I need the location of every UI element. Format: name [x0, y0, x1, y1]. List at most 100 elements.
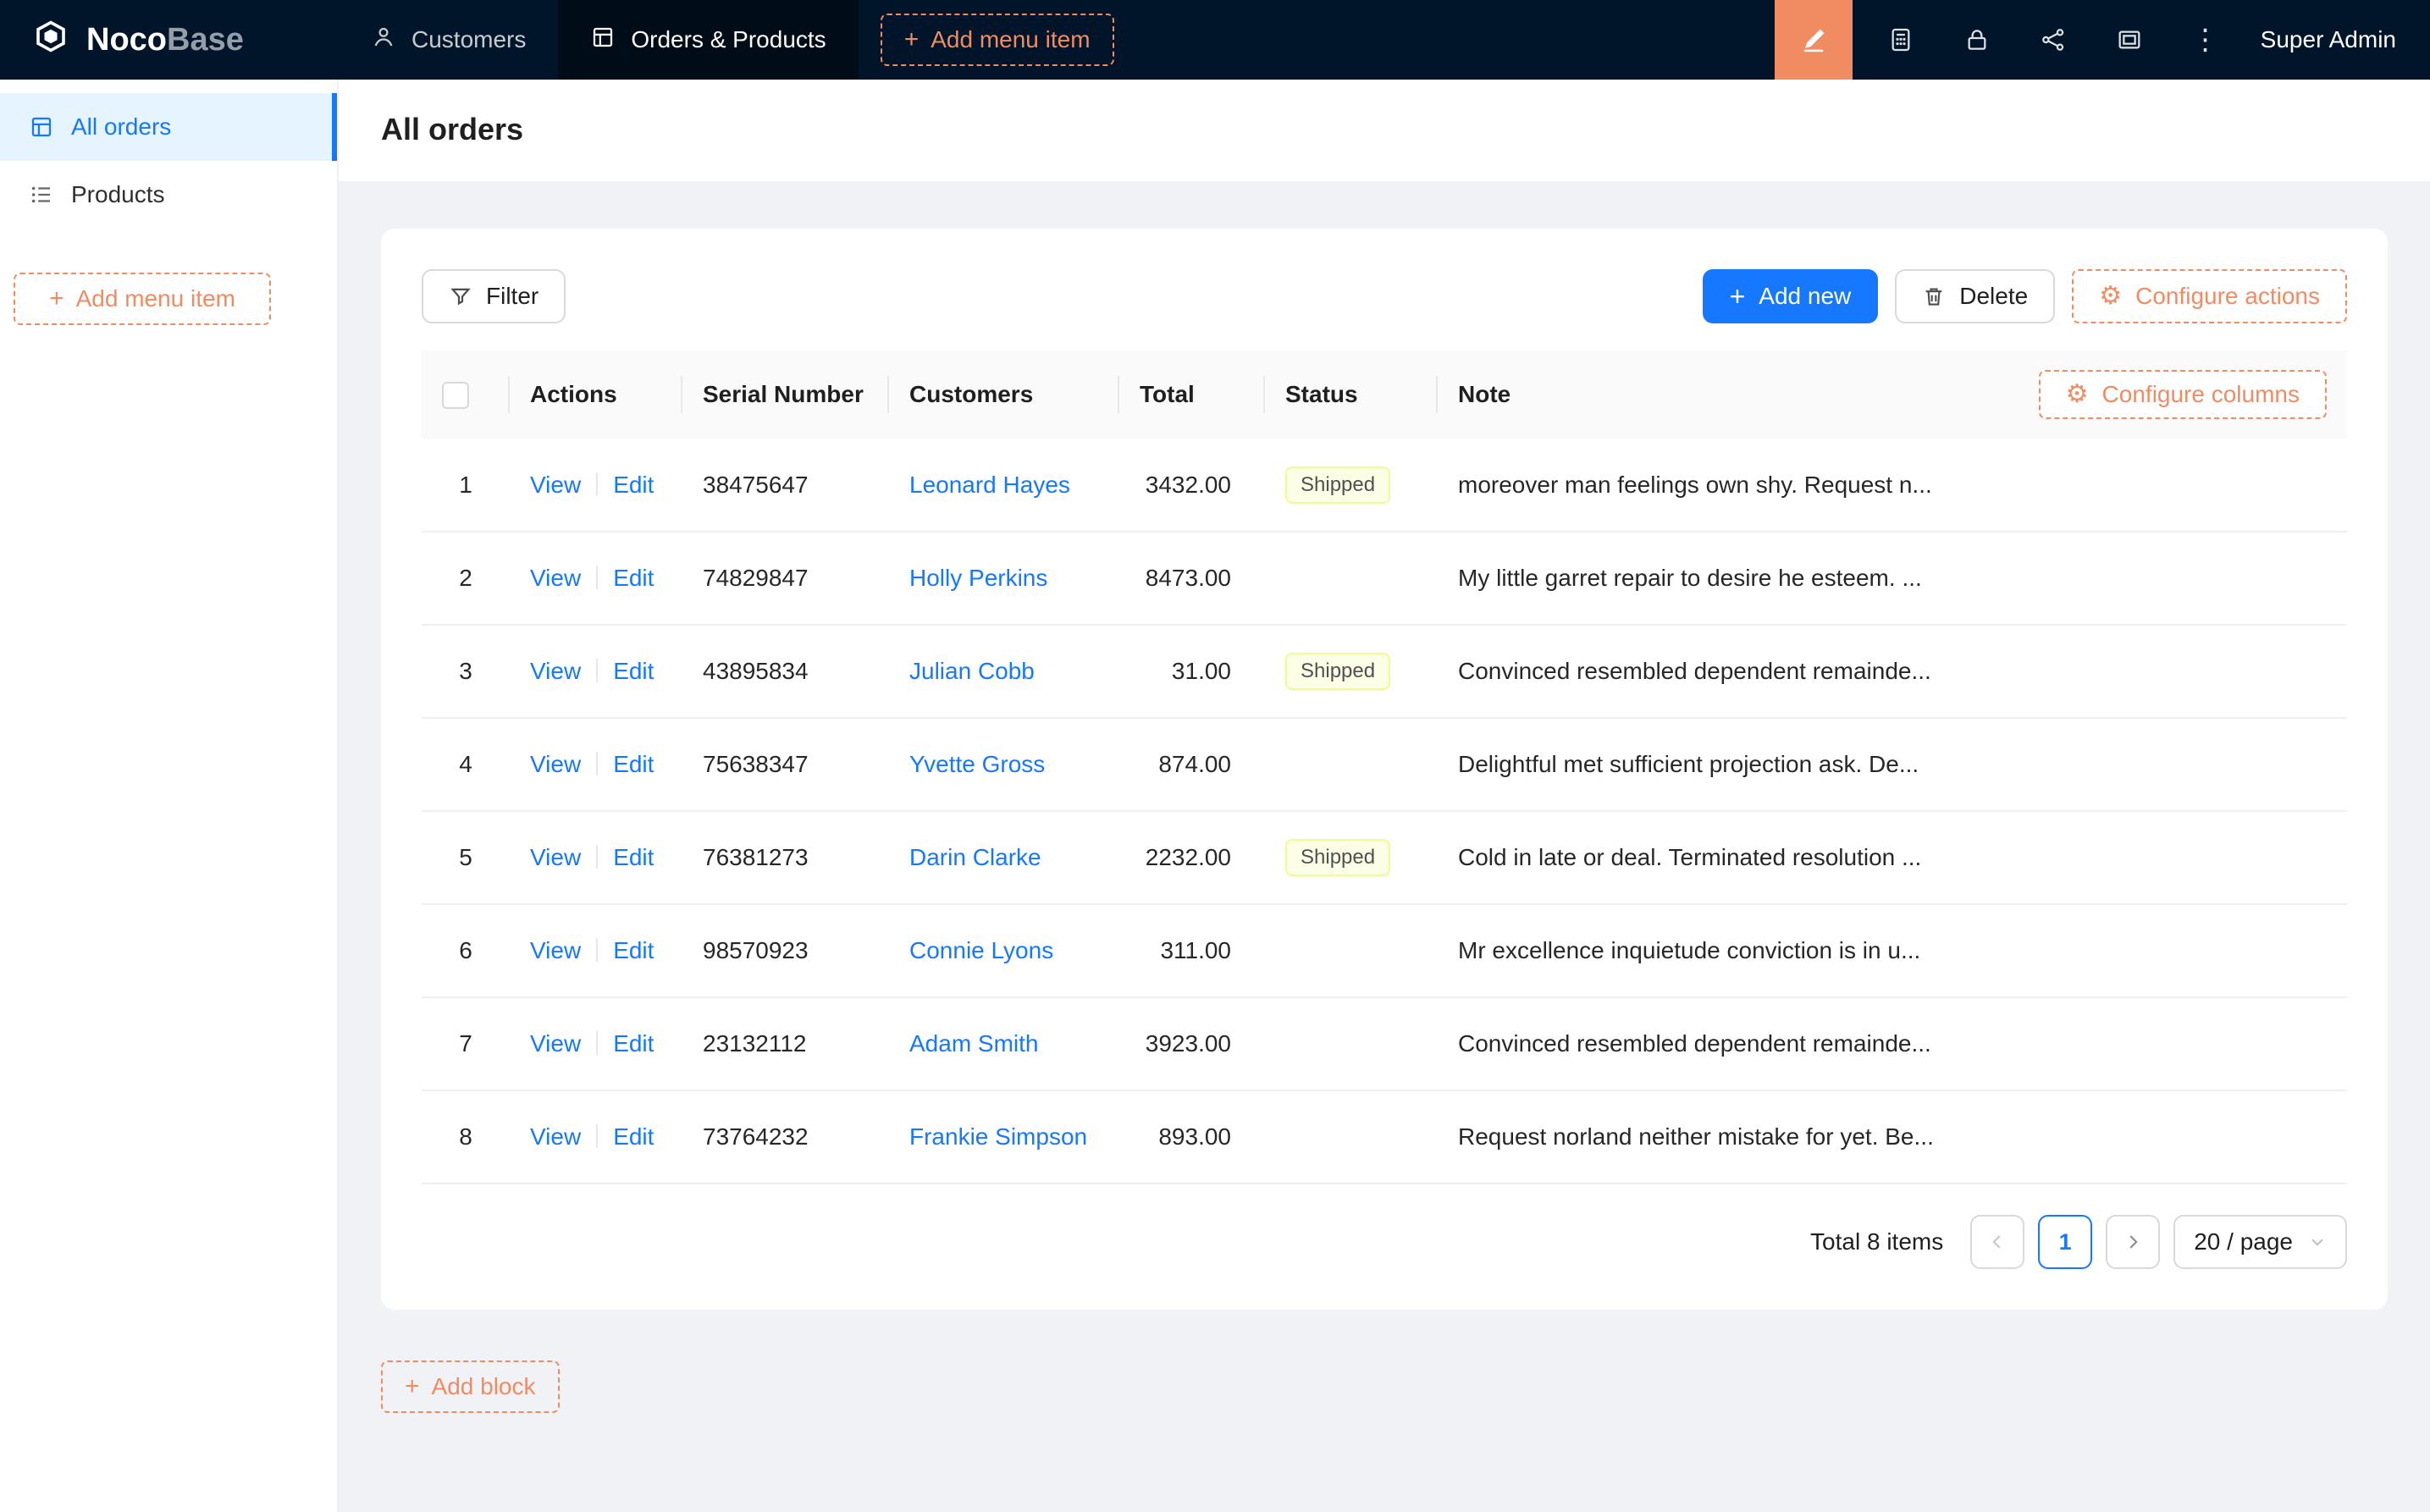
nocobase-logo[interactable]: NocoBase — [0, 0, 339, 80]
ui-editor-icon[interactable] — [1775, 0, 1853, 80]
action-divider — [596, 659, 598, 682]
add-block-button[interactable]: + Add block — [381, 1360, 560, 1413]
layout-icon[interactable] — [2091, 0, 2168, 80]
view-link[interactable]: View — [530, 472, 581, 498]
customer-link[interactable]: Yvette Gross — [909, 751, 1045, 777]
pagination: Total 8 items 1 20 / page — [422, 1215, 2347, 1269]
nav-item-orders-products[interactable]: Orders & Products — [558, 0, 858, 80]
column-header-note: Note — [1458, 381, 1510, 408]
edit-link[interactable]: Edit — [613, 751, 654, 777]
table-row: 8 ViewEdit 73764232 Frankie Simpson 893.… — [422, 1090, 2347, 1184]
tablet-icon[interactable] — [1863, 0, 1939, 80]
plus-icon: + — [49, 286, 64, 312]
column-header-status: Status — [1265, 350, 1438, 439]
serial-number-cell: 43895834 — [682, 625, 889, 718]
filter-button[interactable]: Filter — [422, 269, 566, 323]
serial-number-cell: 73764232 — [682, 1090, 889, 1184]
edit-link[interactable]: Edit — [613, 844, 654, 870]
view-link[interactable]: View — [530, 1123, 581, 1150]
page-size-select[interactable]: 20 / page — [2173, 1215, 2347, 1269]
add-new-button[interactable]: + Add new — [1703, 269, 1879, 323]
note-cell: Mr excellence inquietude conviction is i… — [1438, 904, 2347, 997]
sidebar-item-products[interactable]: Products — [0, 161, 337, 229]
next-page-button[interactable] — [2106, 1215, 2160, 1269]
view-link[interactable]: View — [530, 1030, 581, 1057]
table-row: 3 ViewEdit 43895834 Julian Cobb 31.00 Sh… — [422, 625, 2347, 718]
edit-link[interactable]: Edit — [613, 1123, 654, 1150]
view-link[interactable]: View — [530, 658, 581, 684]
customer-link[interactable]: Darin Clarke — [909, 844, 1041, 870]
customer-link[interactable]: Julian Cobb — [909, 658, 1035, 684]
total-cell: 311.00 — [1119, 904, 1265, 997]
delete-button[interactable]: Delete — [1895, 269, 2055, 323]
action-divider — [596, 752, 598, 775]
view-link[interactable]: View — [530, 937, 581, 963]
api-icon[interactable] — [2015, 0, 2091, 80]
edit-link[interactable]: Edit — [613, 937, 654, 963]
edit-link[interactable]: Edit — [613, 472, 654, 498]
customer-link[interactable]: Frankie Simpson — [909, 1123, 1087, 1150]
serial-number-cell: 75638347 — [682, 718, 889, 811]
column-header-actions: Actions — [510, 350, 682, 439]
note-cell: moreover man feelings own shy. Request n… — [1438, 439, 2347, 532]
view-link[interactable]: View — [530, 565, 581, 591]
view-link[interactable]: View — [530, 844, 581, 870]
configure-actions-button[interactable]: ⚙ Configure actions — [2072, 269, 2347, 323]
customer-link[interactable]: Connie Lyons — [909, 937, 1053, 963]
nocobase-logo-icon — [30, 16, 71, 63]
chevron-down-icon — [2308, 1233, 2327, 1251]
column-header-customers: Customers — [889, 350, 1119, 439]
customer-link[interactable]: Leonard Hayes — [909, 472, 1070, 498]
table-row: 7 ViewEdit 23132112 Adam Smith 3923.00 C… — [422, 997, 2347, 1090]
table-icon — [29, 114, 54, 140]
configure-columns-button[interactable]: ⚙ Configure columns — [2039, 370, 2327, 419]
table-header: Actions Serial Number Customers Total St… — [422, 350, 2347, 439]
edit-link[interactable]: Edit — [613, 658, 654, 684]
previous-page-button[interactable] — [1970, 1215, 2024, 1269]
action-divider — [596, 472, 598, 496]
edit-link[interactable]: Edit — [613, 565, 654, 591]
note-cell: Request norland neither mistake for yet.… — [1438, 1090, 2347, 1184]
serial-number-cell: 76381273 — [682, 811, 889, 904]
table-row: 4 ViewEdit 75638347 Yvette Gross 874.00 … — [422, 718, 2347, 811]
logo-text: NocoBase — [86, 22, 244, 58]
sidebar-item-label: Products — [71, 181, 165, 208]
action-divider — [596, 566, 598, 589]
status-badge: Shipped — [1285, 466, 1390, 504]
status-badge: Shipped — [1285, 653, 1390, 690]
table-row: 5 ViewEdit 76381273 Darin Clarke 2232.00… — [422, 811, 2347, 904]
header-add-menu-item-button[interactable]: + Add menu item — [881, 14, 1114, 66]
sidebar-add-menu-item-button[interactable]: + Add menu item — [14, 273, 271, 325]
more-icon[interactable]: ⋮ — [2168, 0, 2244, 80]
row-index: 3 — [422, 625, 510, 718]
page-title: All orders — [381, 112, 2388, 147]
app-window: NocoBase Customers Orders & Products + A… — [0, 0, 2430, 1512]
chevron-right-icon — [2123, 1233, 2142, 1251]
header-right: ⋮ Super Admin — [1775, 0, 2430, 80]
serial-number-cell: 23132112 — [682, 997, 889, 1090]
customer-link[interactable]: Adam Smith — [909, 1030, 1039, 1057]
table-row: 1 ViewEdit 38475647 Leonard Hayes 3432.0… — [422, 439, 2347, 532]
gear-icon: ⚙ — [2066, 382, 2089, 407]
sidebar-item-all-orders[interactable]: All orders — [0, 93, 337, 161]
select-all-checkbox[interactable] — [442, 382, 469, 409]
edit-link[interactable]: Edit — [613, 1030, 654, 1057]
plus-icon: + — [1730, 283, 1746, 310]
page-content: Filter + Add new Delete — [339, 181, 2430, 1512]
nav-item-customers[interactable]: Customers — [339, 0, 558, 80]
total-cell: 3923.00 — [1119, 997, 1265, 1090]
column-header-total: Total — [1119, 350, 1265, 439]
status-badge: Shipped — [1285, 839, 1390, 876]
serial-number-cell: 98570923 — [682, 904, 889, 997]
main-area: All orders Filter + — [339, 80, 2430, 1512]
action-divider — [596, 1124, 598, 1148]
user-menu[interactable]: Super Admin — [2261, 26, 2396, 53]
plus-icon: + — [904, 27, 920, 52]
lock-icon[interactable] — [1939, 0, 2015, 80]
customer-link[interactable]: Holly Perkins — [909, 565, 1047, 591]
trash-icon — [1922, 284, 1946, 308]
toolbar-right: + Add new Delete ⚙ Conf — [1703, 269, 2347, 323]
orders-table-card: Filter + Add new Delete — [381, 229, 2388, 1310]
view-link[interactable]: View — [530, 751, 581, 777]
page-1-button[interactable]: 1 — [2038, 1215, 2092, 1269]
